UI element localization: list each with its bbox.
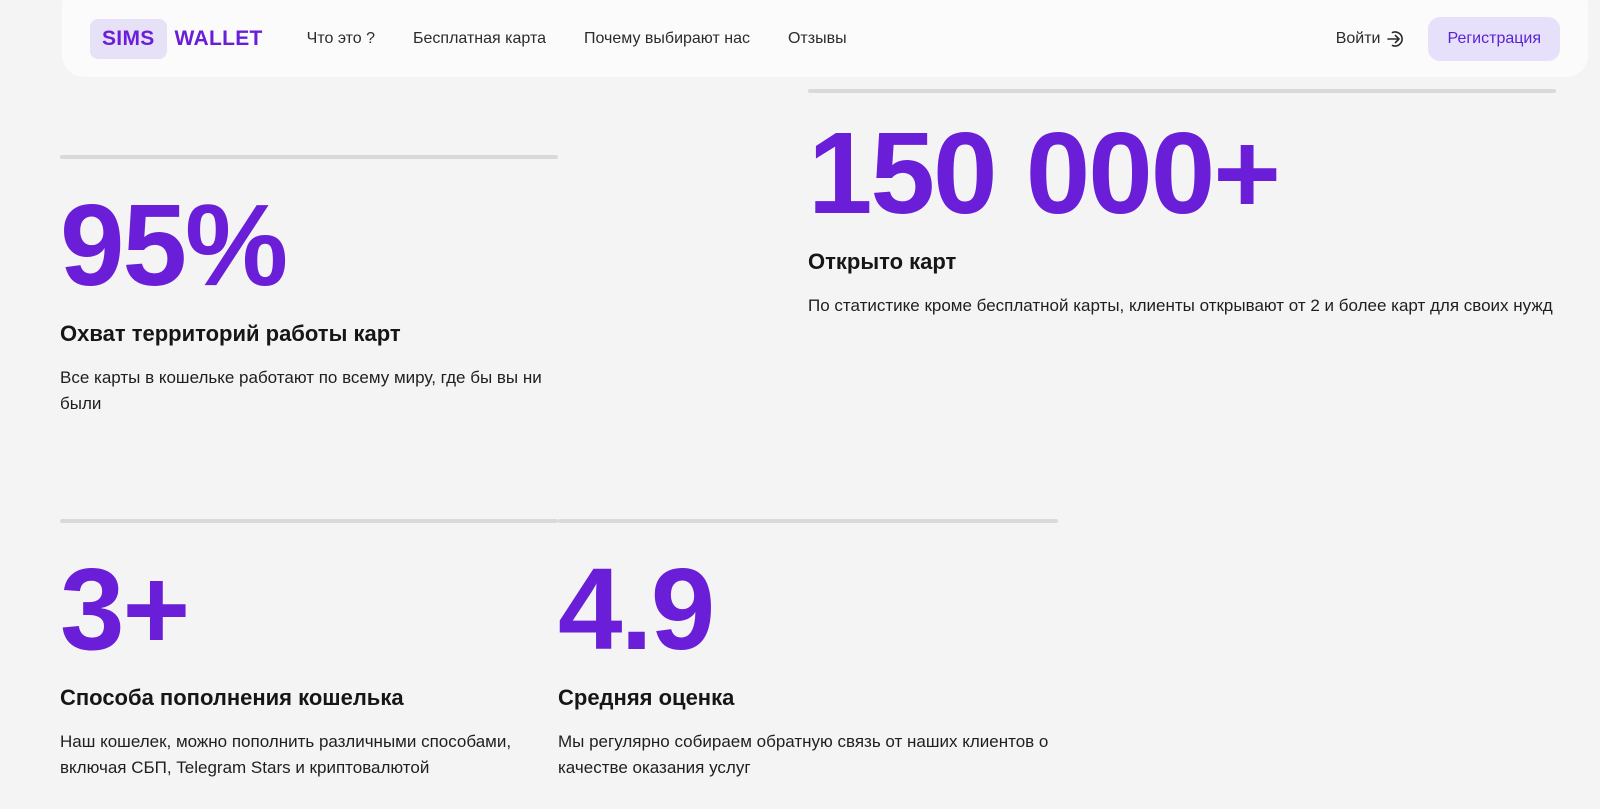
login-label: Войти <box>1335 29 1381 47</box>
stat-divider <box>558 519 1058 523</box>
page: SIMS WALLET Что это ? Бесплатная карта П… <box>0 0 1600 809</box>
stat-description: Все карты в кошельке работают по всему м… <box>60 368 542 413</box>
stat-title: Открыто карт <box>808 249 957 274</box>
login-arrow-icon <box>1387 30 1404 47</box>
stat-divider <box>60 519 558 523</box>
stat-topup-methods: 3+ Способа пополнения кошелька Наш кошел… <box>60 519 558 781</box>
nav-link-why-us[interactable]: Почему выбирают нас <box>584 30 750 48</box>
logo-wallet: WALLET <box>174 26 263 50</box>
main-nav: Что это ? Бесплатная карта Почему выбира… <box>307 30 885 48</box>
stat-description: Наш кошелек, можно пополнить различными … <box>60 732 512 777</box>
stat-title: Средняя оценка <box>558 685 735 710</box>
nav-link-reviews[interactable]: Отзывы <box>788 30 847 48</box>
stat-description: Мы регулярно собираем обратную связь от … <box>558 732 1049 777</box>
site-header: SIMS WALLET Что это ? Бесплатная карта П… <box>62 0 1588 77</box>
stat-title: Способа пополнения кошелька <box>60 685 404 710</box>
register-button[interactable]: Регистрация <box>1428 16 1560 61</box>
login-link[interactable]: Войти <box>1336 29 1407 49</box>
stat-title: Охват территорий работы карт <box>60 321 401 346</box>
stat-divider <box>60 155 558 159</box>
stat-divider <box>808 89 1556 93</box>
stat-value: 3+ <box>60 544 190 674</box>
stat-cards-opened: 150 000+ Открыто карт По статистике кром… <box>808 89 1556 319</box>
logo[interactable]: SIMS WALLET <box>90 18 263 59</box>
stat-value: 150 000+ <box>808 108 1281 238</box>
stat-description: По статистике кроме бесплатной карты, кл… <box>808 296 1553 315</box>
stat-value: 4.9 <box>558 544 715 674</box>
logo-sims: SIMS <box>90 18 167 59</box>
header-actions: Войти Регистрация <box>1336 16 1560 61</box>
nav-link-what-is-it[interactable]: Что это ? <box>307 30 375 48</box>
stat-value: 95% <box>60 180 288 310</box>
stat-average-rating: 4.9 Средняя оценка Мы регулярно собираем… <box>558 519 1058 781</box>
nav-link-free-card[interactable]: Бесплатная карта <box>413 30 546 48</box>
stat-coverage: 95% Охват территорий работы карт Все кар… <box>60 155 558 417</box>
